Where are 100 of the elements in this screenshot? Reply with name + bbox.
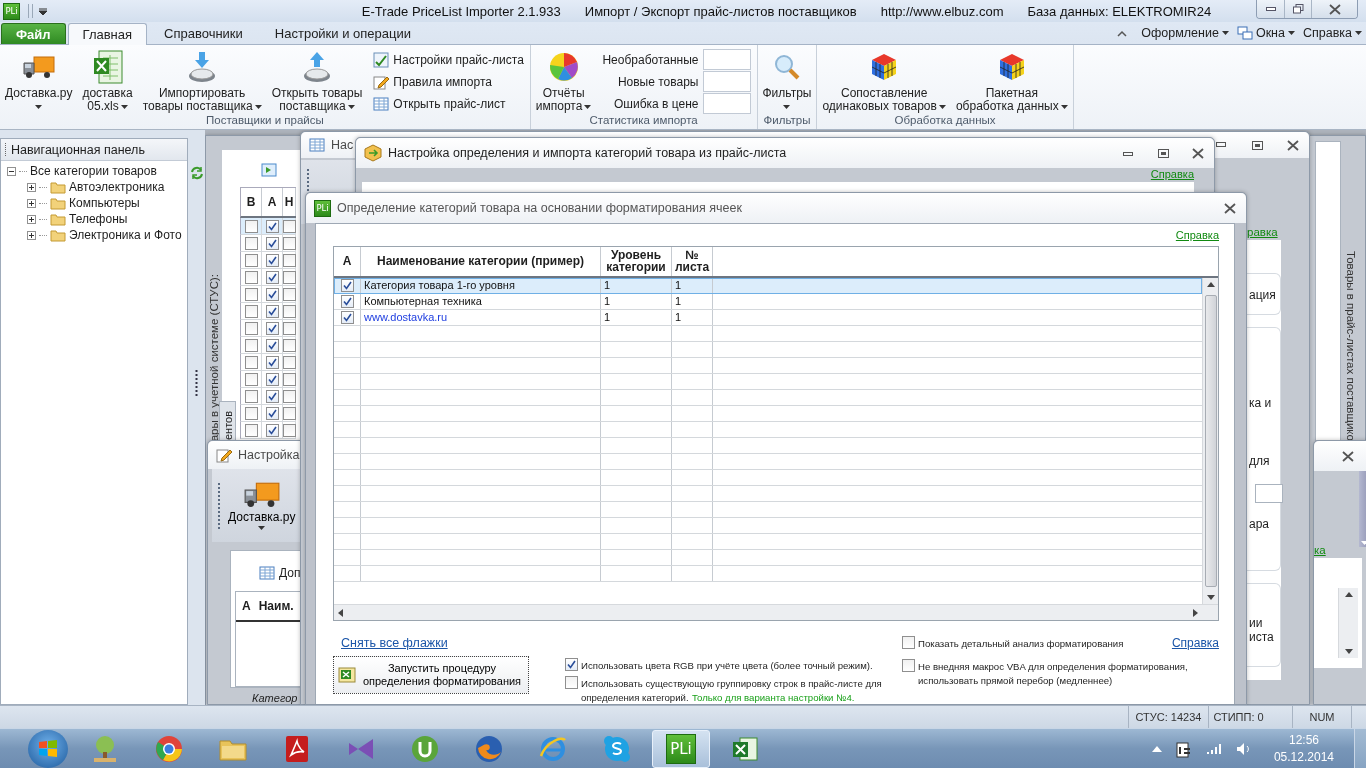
scroll-down-icon[interactable]: [1344, 649, 1353, 654]
ribbon-button[interactable]: доставка 05.xls: [79, 49, 136, 113]
checkbox[interactable]: [265, 423, 279, 437]
close-icon[interactable]: [1340, 450, 1356, 462]
checkbox[interactable]: [244, 321, 258, 335]
checkbox[interactable]: [340, 278, 354, 292]
stat-field[interactable]: [702, 93, 751, 114]
scroll-down-icon[interactable]: [1206, 595, 1215, 600]
checkbox[interactable]: [265, 372, 279, 386]
checkbox[interactable]: [244, 219, 258, 233]
pane-tab[interactable]: ентов: [219, 401, 236, 441]
signal-icon[interactable]: [1205, 742, 1222, 755]
clear-checkboxes-link[interactable]: Снять все флажки: [341, 636, 448, 650]
table-row[interactable]: [240, 337, 296, 354]
menu-button[interactable]: Окна: [1236, 26, 1295, 40]
close-icon[interactable]: [1190, 147, 1206, 159]
caret-icon[interactable]: [39, 7, 47, 15]
checkbox[interactable]: [265, 270, 279, 284]
checkbox[interactable]: [244, 236, 258, 250]
help-link[interactable]: Справка: [1175, 228, 1219, 241]
checkbox[interactable]: [265, 389, 279, 403]
ribbon-button[interactable]: Сопоставление одинаковых товаров: [819, 49, 949, 113]
menu-button[interactable]: Справка: [1302, 26, 1362, 40]
checkbox[interactable]: [244, 389, 258, 403]
checkbox[interactable]: [565, 658, 578, 671]
ribbon-button[interactable]: Открыть товары поставщика: [268, 49, 366, 113]
help-link[interactable]: Справка: [1171, 636, 1219, 650]
checkbox[interactable]: [244, 253, 258, 267]
ribbon-button[interactable]: Пакетная обработка данных: [952, 49, 1071, 113]
run-button[interactable]: Запустить процедуру определения форматирования: [333, 656, 529, 694]
table-row[interactable]: [240, 422, 296, 439]
checkbox[interactable]: [244, 270, 258, 284]
stat-field[interactable]: [702, 49, 751, 70]
ribbon-tab[interactable]: Настройки и операции: [259, 22, 426, 44]
power-plug-icon[interactable]: [1175, 739, 1192, 758]
table-row[interactable]: [240, 388, 296, 405]
ribbon-button[interactable]: Настройки прайс-листа: [373, 49, 524, 70]
table-row[interactable]: [240, 354, 296, 371]
tree-expander[interactable]: [7, 166, 16, 176]
tree-expander[interactable]: [27, 230, 36, 240]
table-row[interactable]: [240, 405, 296, 422]
refresh-icon[interactable]: [189, 166, 204, 180]
menu-button[interactable]: Оформление: [1141, 26, 1229, 40]
column-header[interactable]: Уровень категории: [601, 246, 672, 276]
checkbox[interactable]: [265, 236, 279, 250]
tree-expander[interactable]: [27, 214, 36, 224]
checkbox[interactable]: [244, 372, 258, 386]
input-field[interactable]: [1255, 484, 1283, 503]
checkbox[interactable]: [340, 294, 354, 308]
scroll-up-icon[interactable]: [1344, 592, 1353, 597]
table-row[interactable]: [240, 286, 296, 303]
checkbox[interactable]: [265, 406, 279, 420]
checkbox[interactable]: [244, 287, 258, 301]
checkbox[interactable]: [902, 659, 915, 672]
scrollbar[interactable]: [1202, 277, 1218, 604]
ribbon-button[interactable]: Открыть прайс-лист: [373, 93, 524, 114]
checkbox[interactable]: [265, 253, 279, 267]
ribbon-button[interactable]: Фильтры: [759, 49, 815, 113]
table-row[interactable]: [240, 371, 296, 388]
checkbox[interactable]: [244, 423, 258, 437]
column-header[interactable]: Наименование категории (пример): [361, 246, 601, 276]
close-icon[interactable]: [1285, 139, 1301, 151]
column-header[interactable]: А: [334, 246, 361, 276]
tree-expander[interactable]: [27, 182, 36, 192]
column-header[interactable]: № листа: [672, 246, 713, 276]
scroll-up-icon[interactable]: [1206, 281, 1215, 287]
ribbon-button[interactable]: Правила импорта: [373, 71, 524, 92]
tree-item[interactable]: Все категории товаров: [30, 164, 157, 178]
ribbon-tab[interactable]: Главная: [67, 23, 148, 45]
scrollbar[interactable]: [1338, 588, 1358, 658]
ribbon-button[interactable]: Импортировать товары поставщика: [139, 49, 265, 113]
table-row[interactable]: [240, 303, 296, 320]
checkbox[interactable]: [244, 355, 258, 369]
scroll-left-icon[interactable]: [338, 608, 343, 617]
ribbon-tab[interactable]: Справочники: [149, 22, 258, 44]
table-row[interactable]: [240, 320, 296, 337]
ribbon-button[interactable]: Доставка.ру: [2, 49, 76, 113]
toolbar-button[interactable]: Доставка.ру: [228, 481, 296, 530]
tab-label[interactable]: Доп: [279, 566, 301, 580]
table-row[interactable]: [240, 235, 296, 252]
checkbox[interactable]: [265, 338, 279, 352]
close-icon[interactable]: [1222, 202, 1238, 214]
checkbox[interactable]: [244, 304, 258, 318]
show-desktop-button[interactable]: [1354, 728, 1366, 768]
export-icon[interactable]: [260, 163, 277, 177]
checkbox[interactable]: [265, 321, 279, 335]
restore-icon[interactable]: [1249, 139, 1265, 151]
checkbox[interactable]: [265, 287, 279, 301]
tree-item[interactable]: Телефоны: [69, 212, 128, 226]
scroll-thumb[interactable]: [1204, 294, 1217, 587]
collapse-icon[interactable]: [1117, 29, 1128, 37]
checkbox[interactable]: [902, 636, 915, 649]
table-row[interactable]: [240, 252, 296, 269]
scrollbar[interactable]: [334, 604, 1218, 620]
tree-expander[interactable]: [27, 198, 36, 208]
table-row[interactable]: [240, 269, 296, 286]
tree-item[interactable]: Компьютеры: [69, 196, 140, 210]
ribbon-button[interactable]: Отчёты импорта: [532, 49, 595, 113]
tree-item[interactable]: Автоэлектроника: [69, 180, 165, 194]
maximize-icon[interactable]: [1155, 147, 1171, 159]
